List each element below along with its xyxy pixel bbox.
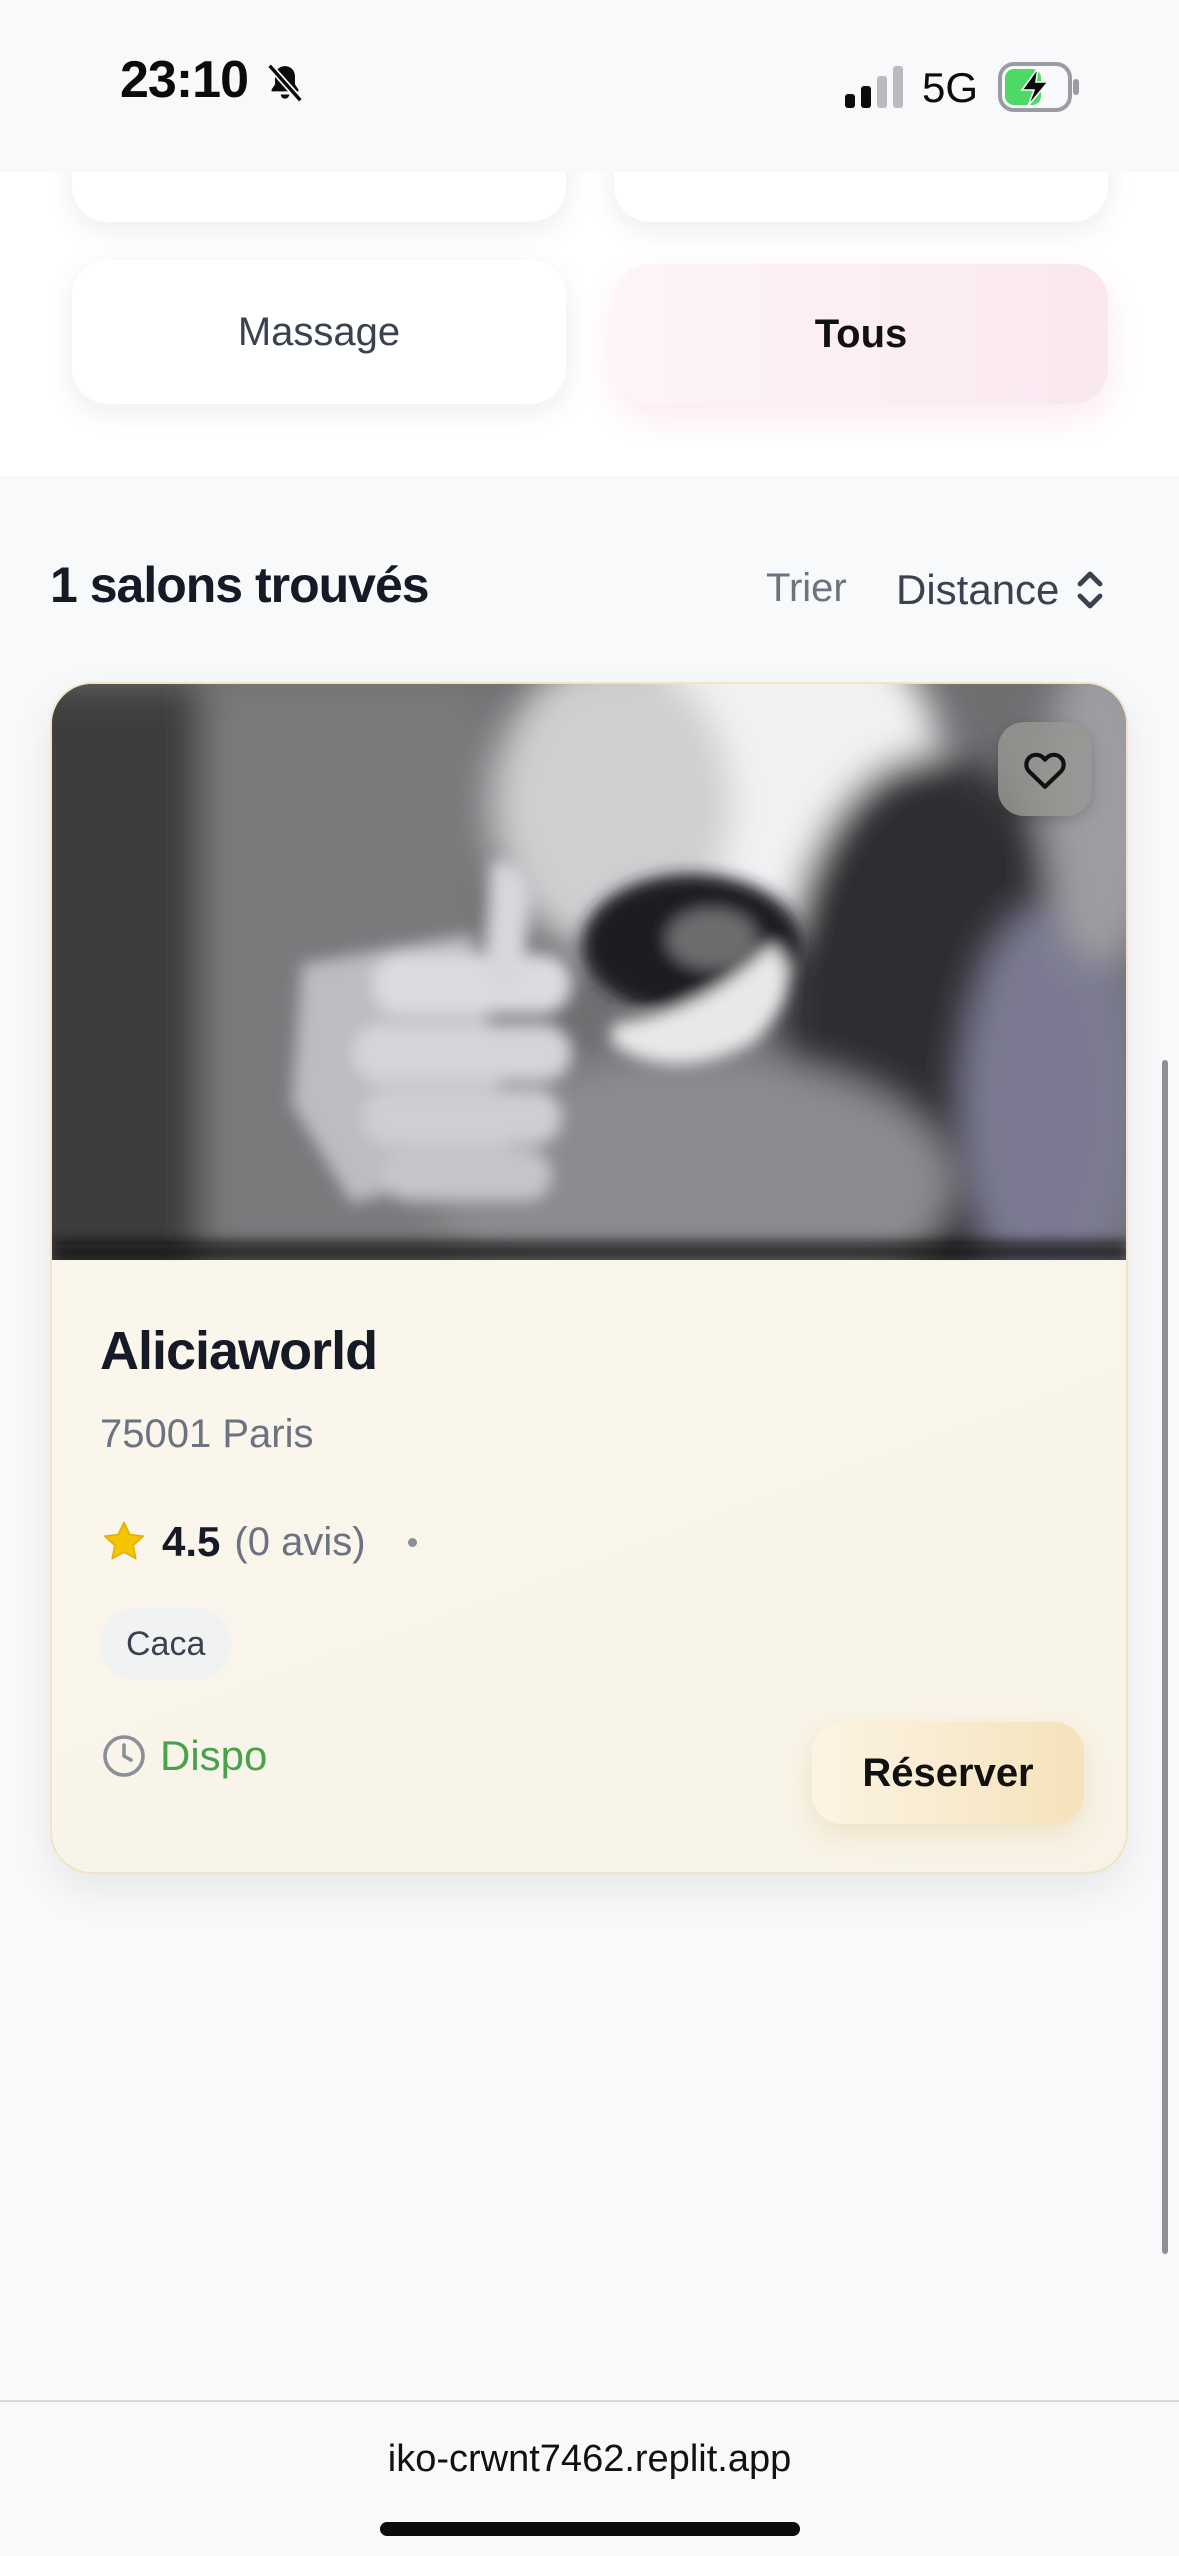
- sort-value: Distance: [896, 566, 1060, 613]
- salon-photo: [52, 684, 1126, 1260]
- separator-dot: [407, 1537, 417, 1547]
- battery-charging-icon: [998, 62, 1079, 112]
- sort-label: Trier: [766, 566, 847, 610]
- filter-section: Massage Tous: [0, 172, 1179, 476]
- filter-pill-massage[interactable]: Massage: [72, 260, 566, 404]
- filter-pill-tous[interactable]: Tous: [614, 264, 1108, 404]
- home-indicator: [380, 2522, 800, 2536]
- sort-select[interactable]: Distance: [896, 560, 1107, 620]
- results-count: 1 salons trouvés: [50, 557, 430, 613]
- bell-slash-icon: [267, 63, 303, 103]
- rating-row: 4.5 (0 avis): [100, 1514, 417, 1570]
- service-tag: Caca: [100, 1608, 232, 1680]
- salon-name[interactable]: Aliciaworld: [100, 1320, 378, 1382]
- reserve-button[interactable]: Réserver: [812, 1722, 1084, 1824]
- status-bar: 23:10 5G: [0, 0, 1179, 172]
- filter-pill-hidden[interactable]: [72, 172, 566, 222]
- star-icon: [104, 1521, 144, 1560]
- filter-pill-hidden[interactable]: [614, 172, 1108, 222]
- browser-address-bar[interactable]: iko-crwnt7462.replit.app: [0, 2400, 1179, 2556]
- network-type: 5G: [922, 64, 979, 111]
- review-count: (0 avis): [234, 1519, 366, 1564]
- salon-card[interactable]: Aliciaworld 75001 Paris 4.5 (0 avis) Cac…: [50, 682, 1128, 1874]
- salon-address: 75001 Paris: [100, 1412, 314, 1456]
- url-text[interactable]: iko-crwnt7462.replit.app: [0, 2438, 1179, 2481]
- heart-icon: [1024, 752, 1066, 789]
- chevron-up-down-icon: [1078, 571, 1103, 609]
- rating-value: 4.5: [162, 1518, 221, 1565]
- signal-icon: [845, 66, 903, 108]
- clock-icon: [103, 1735, 145, 1777]
- availability-status: Dispo: [100, 1726, 267, 1786]
- status-time: 23:10: [120, 51, 249, 109]
- favorite-button[interactable]: [998, 722, 1092, 816]
- availability-label: Dispo: [160, 1732, 268, 1779]
- scrollbar[interactable]: [1162, 1060, 1168, 2254]
